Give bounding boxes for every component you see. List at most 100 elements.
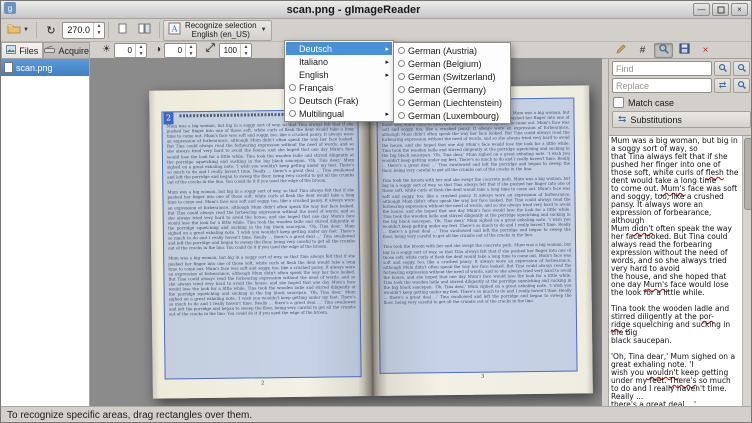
clear-output-button[interactable]: × <box>696 43 715 58</box>
language-submenu-item-german-switzerland-[interactable]: German (Switzerland) <box>395 70 509 83</box>
rotation-spin-arrows[interactable]: ▲▼ <box>93 23 104 38</box>
acquire-tab-label: Acquire <box>58 46 89 56</box>
output-scrollbar[interactable] <box>742 136 752 408</box>
language-menu-item-deutsch-frak-[interactable]: Deutsch (Frak) <box>286 94 392 107</box>
left-section-number: 2 <box>163 112 173 124</box>
resolution-spin-arrows[interactable]: ▲▼ <box>240 44 251 57</box>
window-title: scan.png - gImageReader <box>16 4 691 16</box>
resolution-spinbox[interactable]: 100 ▲▼ <box>219 43 252 58</box>
brightness-control: ☀ 0 ▲▼ <box>102 43 147 58</box>
substitutions-label: Substitutions <box>630 115 682 125</box>
double-page-icon <box>138 23 151 37</box>
match-case-checkbox[interactable] <box>613 97 624 108</box>
spin-up-icon[interactable]: ▲ <box>186 44 196 51</box>
scrollbar-thumb[interactable] <box>744 138 752 210</box>
brightness-value: 0 <box>115 44 135 57</box>
recognize-button[interactable]: A Recognize selection English (en_US) ▼ <box>163 20 272 41</box>
language-submenu: German (Austria)German (Belgium)German (… <box>393 42 511 124</box>
language-menu-item-italiano[interactable]: Italiano▸ <box>286 55 392 68</box>
right-page-number: 3 <box>373 372 593 381</box>
ocr-output-area[interactable]: Mum was a big woman, but big in a soggy … <box>609 135 752 407</box>
resolution-icon <box>205 42 216 58</box>
file-list[interactable]: scan.png <box>1 58 90 406</box>
tab-files[interactable]: Files <box>1 42 43 58</box>
match-case-label: Match case <box>628 98 674 108</box>
files-tab-icon <box>6 45 16 56</box>
find-row <box>609 59 752 76</box>
scan-left-page: Mum was a big woman, but big in a soggy … <box>149 88 373 399</box>
spin-down-icon[interactable]: ▼ <box>94 30 104 38</box>
recognize-icon: A <box>168 22 181 38</box>
replace-input[interactable] <box>612 78 712 93</box>
save-output-button[interactable] <box>675 43 694 58</box>
search-icon <box>737 78 747 93</box>
svg-text:g: g <box>8 4 12 13</box>
titlebar[interactable]: g scan.png - gImageReader — × <box>1 1 751 19</box>
resolution-control: 100 ▲▼ <box>205 42 252 58</box>
insert-mode-button[interactable] <box>612 43 631 58</box>
close-button[interactable]: × <box>731 3 748 16</box>
resolution-value: 100 <box>220 44 240 57</box>
search-icon <box>658 43 670 58</box>
strip-linebreaks-button[interactable]: # <box>633 43 652 58</box>
save-icon <box>679 43 690 57</box>
left-panel-tabs: Files Acquire <box>1 42 90 58</box>
left-page-number: 2 <box>153 379 373 388</box>
language-menu-item-multilingual[interactable]: Multilingual▸ <box>286 107 392 120</box>
recognize-label: Recognize selection English (en_US) <box>185 21 257 39</box>
language-submenu-item-german-liechtenstein-[interactable]: German (Liechtenstein) <box>395 96 509 109</box>
spin-up-icon[interactable]: ▲ <box>241 44 251 51</box>
language-menu: Deutsch▸Italiano▸English▸FrançaisDeutsch… <box>284 40 394 122</box>
clear-icon: × <box>703 45 709 56</box>
output-toolbar: # × <box>608 42 752 58</box>
files-tab-label: Files <box>19 46 38 56</box>
find-replace-toggle-button[interactable] <box>654 43 673 58</box>
contrast-spinbox[interactable]: 0 ▲▼ <box>164 43 197 58</box>
maximize-button[interactable] <box>712 3 729 16</box>
double-page-layout-button[interactable] <box>134 20 156 40</box>
recognize-label-line2: English (en_US) <box>192 30 250 39</box>
ocr-selection-left[interactable] <box>161 109 361 379</box>
language-submenu-item-german-austria-[interactable]: German (Austria) <box>395 44 509 57</box>
single-page-icon <box>118 23 127 37</box>
ocr-text[interactable]: Mum was a big woman, but big in a soggy … <box>611 137 740 407</box>
find-input[interactable] <box>612 61 712 76</box>
language-menu-item-fran-ais[interactable]: Français <box>286 81 392 94</box>
language-submenu-item-german-belgium-[interactable]: German (Belgium) <box>395 57 509 70</box>
minimize-button[interactable]: — <box>693 3 710 16</box>
replace-button[interactable]: ⇄ <box>714 78 731 93</box>
single-page-layout-button[interactable] <box>112 20 134 40</box>
find-prev-button[interactable] <box>714 61 731 76</box>
language-submenu-item-german-luxembourg-[interactable]: German (Luxembourg) <box>395 109 509 122</box>
app-window: g scan.png - gImageReader — × ▼ ↻ 270.0 … <box>0 0 752 423</box>
recognize-dropdown-arrow-icon[interactable]: ▼ <box>261 27 267 33</box>
spin-up-icon[interactable]: ▲ <box>136 44 146 51</box>
language-menu-item-english[interactable]: English▸ <box>286 68 392 81</box>
spin-up-icon[interactable]: ▲ <box>94 23 104 31</box>
contrast-icon: ◑ <box>155 43 161 57</box>
spin-down-icon[interactable]: ▼ <box>136 51 146 58</box>
spin-down-icon[interactable]: ▼ <box>241 51 251 58</box>
rotation-value: 270.0 <box>63 23 93 38</box>
file-list-item[interactable]: scan.png <box>1 59 89 76</box>
language-menu-item-deutsch[interactable]: Deutsch▸ <box>286 42 392 55</box>
tab-acquire[interactable]: Acquire <box>43 42 90 58</box>
contrast-spin-arrows[interactable]: ▲▼ <box>185 44 196 57</box>
hash-icon: # <box>640 45 646 56</box>
contrast-control: ◑ 0 ▲▼ <box>155 43 197 58</box>
brightness-spinbox[interactable]: 0 ▲▼ <box>114 43 147 58</box>
rotate-icon: ↻ <box>46 24 55 37</box>
open-button[interactable]: ▼ <box>3 20 33 40</box>
ocr-selection-right[interactable] <box>376 98 577 374</box>
replace-all-button[interactable] <box>733 78 750 93</box>
rotate-button[interactable]: ↻ <box>40 20 62 40</box>
spin-down-icon[interactable]: ▼ <box>186 51 196 58</box>
scan-right-page: Tina took the broom with her and she swe… <box>369 85 593 396</box>
brightness-spin-arrows[interactable]: ▲▼ <box>135 44 146 57</box>
status-bar: To recognize specific areas, drag rectan… <box>1 406 751 423</box>
find-next-button[interactable] <box>733 61 750 76</box>
search-icon <box>737 61 747 76</box>
rotation-spinbox[interactable]: 270.0 ▲▼ <box>62 22 105 39</box>
language-submenu-item-german-germany-[interactable]: German (Germany) <box>395 83 509 96</box>
substitutions-button[interactable]: ⇆ Substitutions <box>612 111 751 128</box>
